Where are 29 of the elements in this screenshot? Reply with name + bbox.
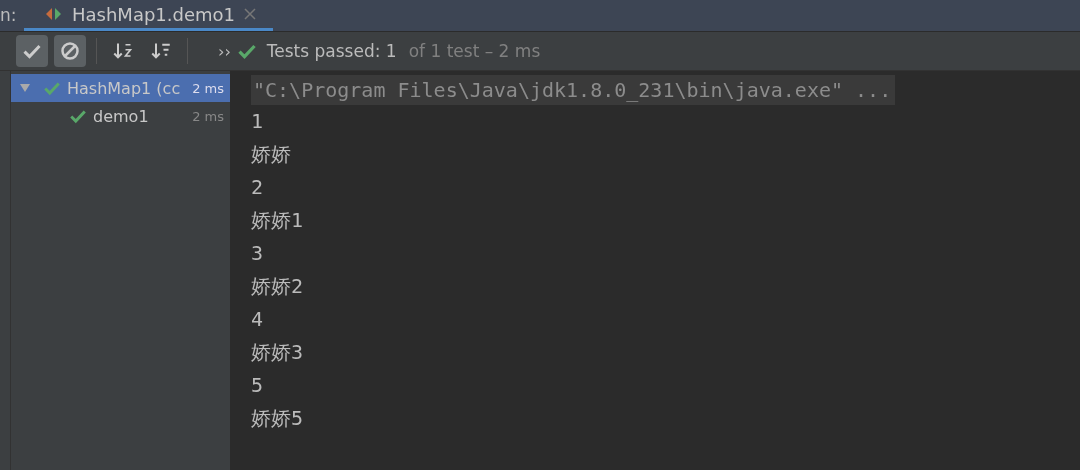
console-output-line: 娇娇5 <box>251 405 305 432</box>
console-output-line: 娇娇3 <box>251 339 305 366</box>
console-output-line: 1 <box>251 108 265 135</box>
show-passed-button[interactable] <box>16 35 48 67</box>
console-output-line: 2 <box>251 174 265 201</box>
tree-item[interactable]: demo1 2 ms <box>11 102 230 130</box>
expand-triangle-icon[interactable] <box>19 82 31 94</box>
run-label: n: <box>0 4 18 27</box>
sort-duration-icon <box>151 41 171 61</box>
prohibited-icon <box>60 41 80 61</box>
tab-title: HashMap1.demo1 <box>72 3 235 25</box>
show-ignored-button[interactable] <box>54 35 86 67</box>
console-output-line: 5 <box>251 372 265 399</box>
tree-item[interactable]: HashMap1 (cc 2 ms <box>11 74 230 102</box>
console-output-line: 娇娇 <box>251 141 292 168</box>
console-output-line: 4 <box>251 306 265 333</box>
test-duration: 2 ms <box>191 80 224 96</box>
test-name: HashMap1 (cc <box>67 78 181 98</box>
console-output-line: 3 <box>251 240 265 267</box>
console-output-line: 娇娇2 <box>251 273 305 300</box>
console-output-line: 娇娇1 <box>251 207 305 234</box>
test-duration: 2 ms <box>191 108 224 124</box>
test-summary: of 1 test – 2 ms <box>408 41 541 61</box>
test-status: Tests passed: 1 <box>266 41 397 61</box>
sort-alphabetical-icon <box>113 41 133 61</box>
run-config-icon <box>44 6 64 22</box>
test-name: demo1 <box>93 106 149 126</box>
close-icon[interactable] <box>243 7 257 21</box>
more-chevron[interactable]: ›› <box>218 41 231 61</box>
